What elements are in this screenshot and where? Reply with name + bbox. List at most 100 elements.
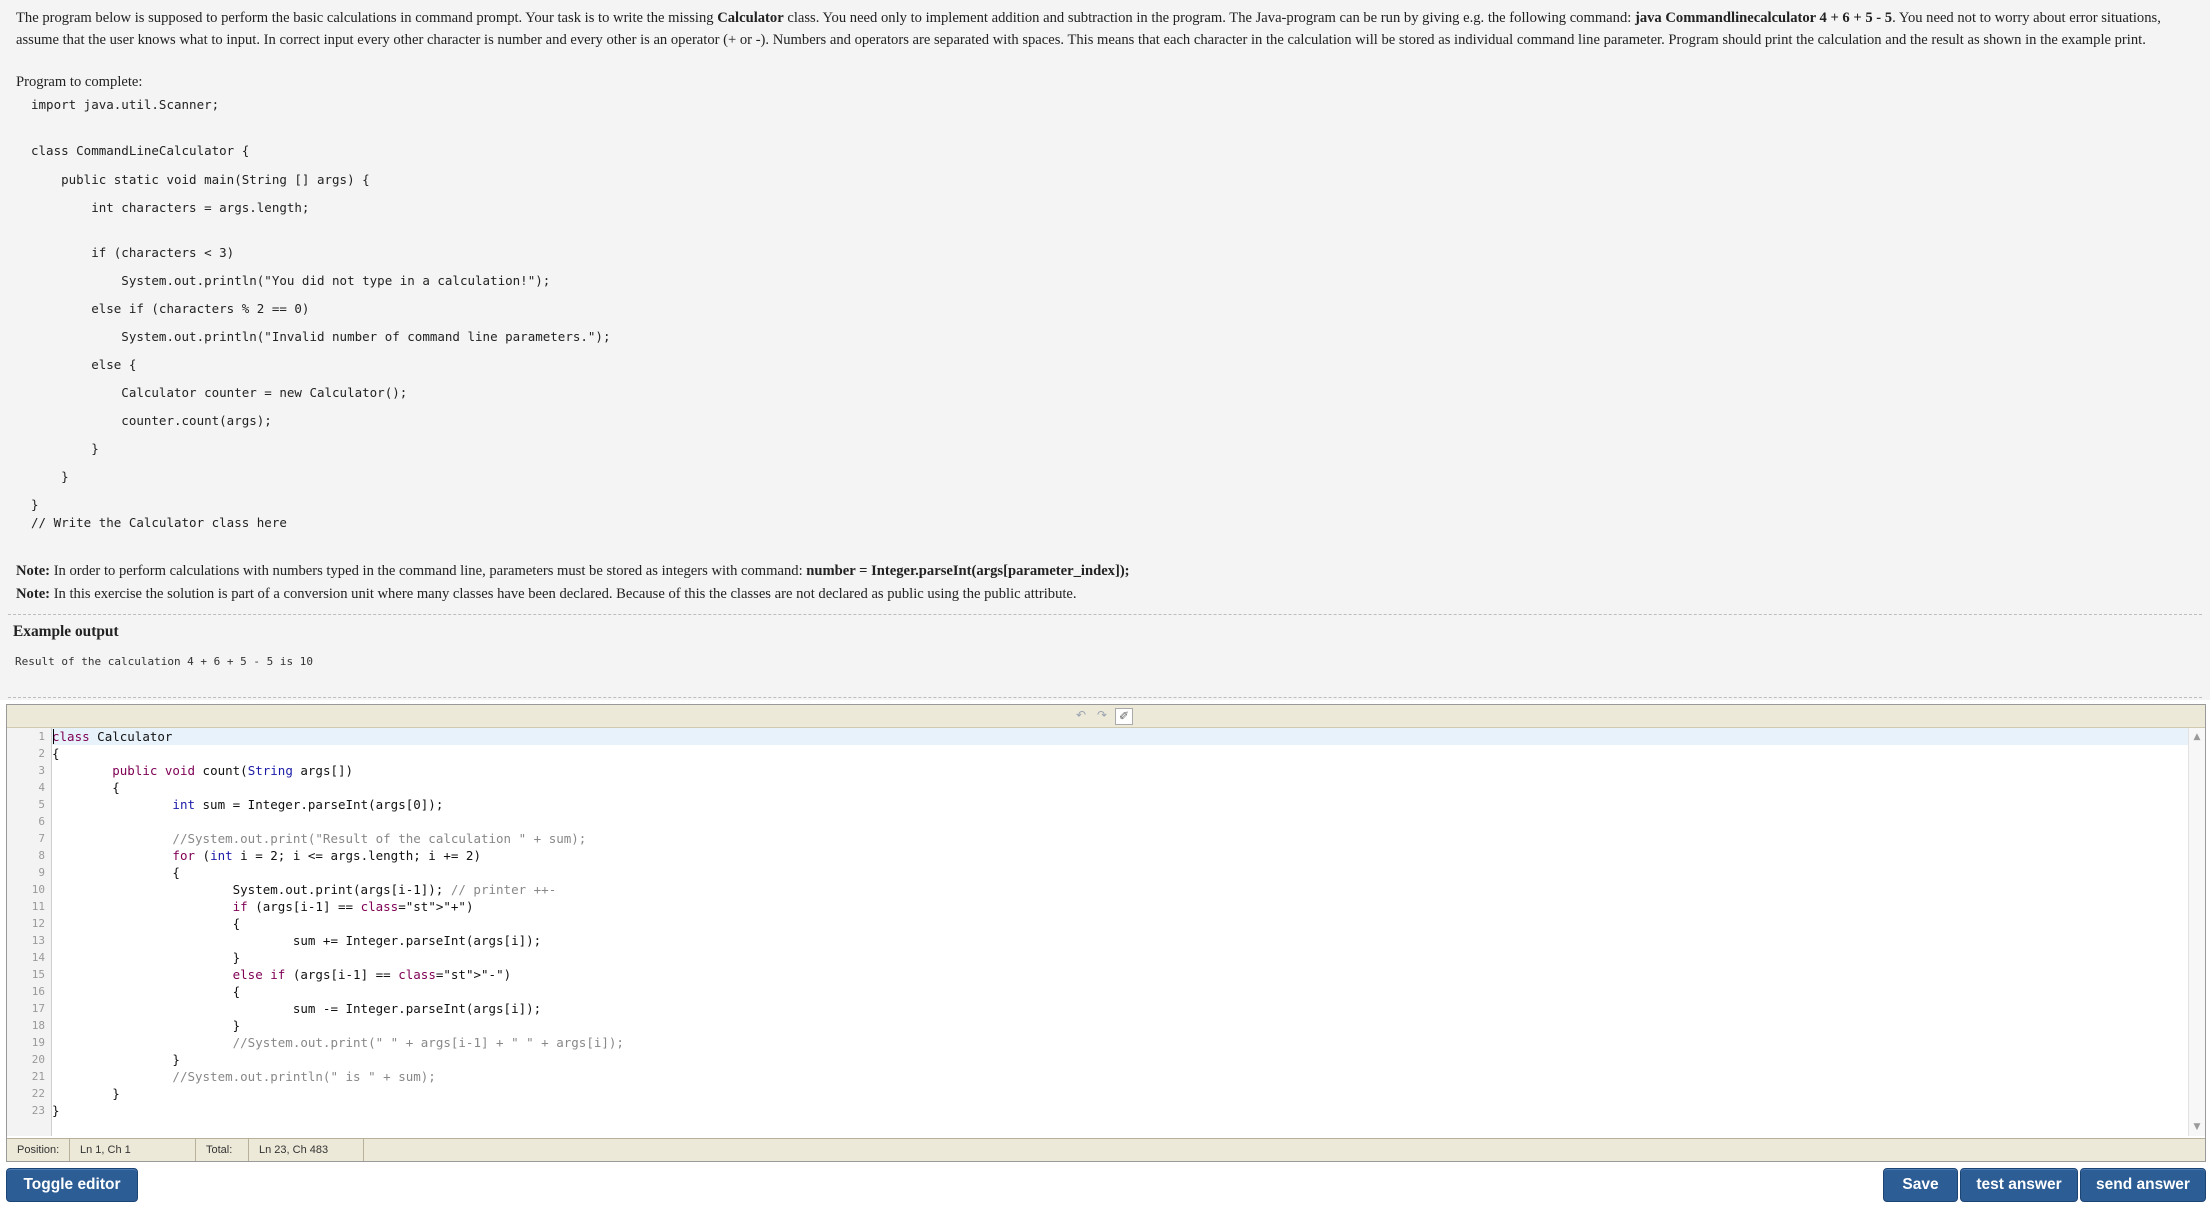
program-line: public static void main(String [] args) … [31, 172, 370, 187]
exercise-page: The program below is supposed to perform… [0, 0, 2210, 1210]
note-2: Note: In this exercise the solution is p… [16, 583, 1130, 606]
code-area[interactable]: class Calculator{ public void count(Stri… [52, 728, 2192, 1136]
undo-icon[interactable]: ↶ [1073, 708, 1089, 723]
intro-command: java Commandlinecalculator 4 + 6 + 5 - 5 [1634, 10, 1893, 26]
intro-text-2: class. You need only to implement additi… [783, 10, 1635, 26]
notes: Note: In order to perform calculations w… [16, 560, 1130, 606]
code-line[interactable]: int sum = Integer.parseInt(args[0]); [52, 796, 2192, 813]
program-line: } [31, 469, 69, 484]
note-label: Note: [16, 563, 51, 579]
divider [8, 697, 2202, 698]
code-line[interactable]: //System.out.println(" is " + sum); [52, 1068, 2192, 1085]
code-line[interactable]: //System.out.print("Result of the calcul… [52, 830, 2192, 847]
line-number: 12 [31, 917, 45, 930]
code-line[interactable] [52, 813, 2192, 830]
code-line[interactable]: else if (args[i-1] == class="st">"-") [52, 966, 2192, 983]
program-line: class CommandLineCalculator { [31, 143, 250, 158]
line-number: 20 [31, 1053, 45, 1066]
note-1: Note: In order to perform calculations w… [16, 560, 1130, 583]
line-number: 13 [31, 934, 45, 947]
code-line[interactable]: } [52, 949, 2192, 966]
redo-icon[interactable]: ↷ [1094, 708, 1110, 723]
send-answer-button[interactable]: send answer [2080, 1168, 2206, 1202]
program-line: import java.util.Scanner; [31, 97, 220, 112]
program-line: // Write the Calculator class here [31, 515, 287, 530]
code-line[interactable]: if (args[i-1] == class="st">"+") [52, 898, 2192, 915]
assignment-description: The program below is supposed to perform… [16, 8, 2201, 51]
line-number: 18 [31, 1019, 45, 1032]
test-answer-button[interactable]: test answer [1960, 1168, 2078, 1202]
program-line: Calculator counter = new Calculator(); [31, 385, 408, 400]
line-number: 3 [38, 764, 45, 777]
intro-class-name: Calculator [717, 10, 784, 26]
program-line: else if (characters % 2 == 0) [31, 301, 310, 316]
program-line: counter.count(args); [31, 413, 272, 428]
code-line[interactable]: { [52, 915, 2192, 932]
position-value: Ln 1, Ch 1 [70, 1139, 196, 1161]
line-number: 9 [38, 866, 45, 879]
line-number: 7 [38, 832, 45, 845]
code-line[interactable]: { [52, 745, 2192, 762]
line-number: 2 [38, 747, 45, 760]
toggle-editor-button[interactable]: Toggle editor [6, 1168, 138, 1202]
line-number: 8 [38, 849, 45, 862]
program-line: else { [31, 357, 137, 372]
program-line: } [31, 497, 39, 512]
total-label: Total: [196, 1139, 249, 1161]
code-line[interactable]: System.out.print(args[i-1]); // printer … [52, 881, 2192, 898]
note-label: Note: [16, 586, 51, 602]
code-line[interactable]: //System.out.print(" " + args[i-1] + " "… [52, 1034, 2192, 1051]
program-line: System.out.println("Invalid number of co… [31, 329, 611, 344]
line-number: 10 [31, 883, 45, 896]
code-line[interactable]: sum -= Integer.parseInt(args[i]); [52, 1000, 2192, 1017]
assignment-panel: The program below is supposed to perform… [0, 0, 2210, 700]
divider [8, 614, 2202, 615]
program-line: System.out.println("You did not type in … [31, 273, 551, 288]
code-line[interactable]: { [52, 779, 2192, 796]
line-number: 11 [31, 900, 45, 913]
line-number: 16 [31, 985, 45, 998]
program-code: import java.util.Scanner; class CommandL… [31, 97, 610, 530]
line-number: 14 [31, 951, 45, 964]
intro-text: The program below is supposed to perform… [16, 10, 718, 26]
program-line: if (characters < 3) [31, 245, 235, 260]
line-number: 22 [31, 1087, 45, 1100]
text-cursor [53, 729, 54, 744]
program-label: Program to complete: [16, 74, 143, 90]
note-2-text: In this exercise the solution is part of… [50, 586, 1077, 602]
scroll-up-icon[interactable]: ▲ [2189, 730, 2205, 744]
code-line[interactable]: } [52, 1051, 2192, 1068]
line-number: 21 [31, 1070, 45, 1083]
line-number: 17 [31, 1002, 45, 1015]
line-number: 6 [38, 815, 45, 828]
line-number: 5 [38, 798, 45, 811]
code-editor: ↶ ↷ ✐ 1 2 3 4 5 6 7 8 9 10 11 12 13 14 15 16 17 18 19 20 21 2… [6, 704, 2206, 1162]
position-label: Position: [7, 1139, 70, 1161]
program-line: } [31, 441, 99, 456]
editor-scrollbar[interactable]: ▲ ▼ [2188, 728, 2205, 1136]
note-1-command: number = Integer.parseInt(args[parameter… [806, 563, 1130, 579]
code-line[interactable]: for (int i = 2; i <= args.length; i += 2… [52, 847, 2192, 864]
editor-toolbar: ↶ ↷ ✐ [7, 705, 2205, 728]
code-line[interactable]: public void count(String args[]) [52, 762, 2192, 779]
example-output-text: Result of the calculation 4 + 6 + 5 - 5 … [15, 655, 314, 668]
code-line[interactable]: } [52, 1085, 2192, 1102]
code-line[interactable]: } [52, 1017, 2192, 1034]
program-line: int characters = args.length; [31, 200, 310, 215]
line-number: 19 [31, 1036, 45, 1049]
code-line[interactable]: class Calculator [52, 728, 2192, 745]
line-number-gutter: 1 2 3 4 5 6 7 8 9 10 11 12 13 14 15 16 17 18 19 20 21 22 23 [7, 728, 52, 1136]
code-line[interactable]: { [52, 864, 2192, 881]
line-number: 23 [31, 1104, 45, 1117]
line-number: 1 [38, 730, 45, 743]
code-line[interactable]: sum += Integer.parseInt(args[i]); [52, 932, 2192, 949]
total-value: Ln 23, Ch 483 [249, 1139, 364, 1161]
example-output-title: Example output [13, 623, 119, 640]
code-line[interactable]: { [52, 983, 2192, 1000]
save-button[interactable]: Save [1883, 1168, 1958, 1202]
format-code-icon[interactable]: ✐ [1115, 708, 1133, 725]
note-1-text: In order to perform calculations with nu… [50, 563, 807, 579]
scroll-down-icon[interactable]: ▼ [2189, 1120, 2205, 1134]
editor-statusbar: Position: Ln 1, Ch 1 Total: Ln 23, Ch 48… [7, 1138, 2205, 1161]
code-line[interactable]: } [52, 1102, 2192, 1119]
